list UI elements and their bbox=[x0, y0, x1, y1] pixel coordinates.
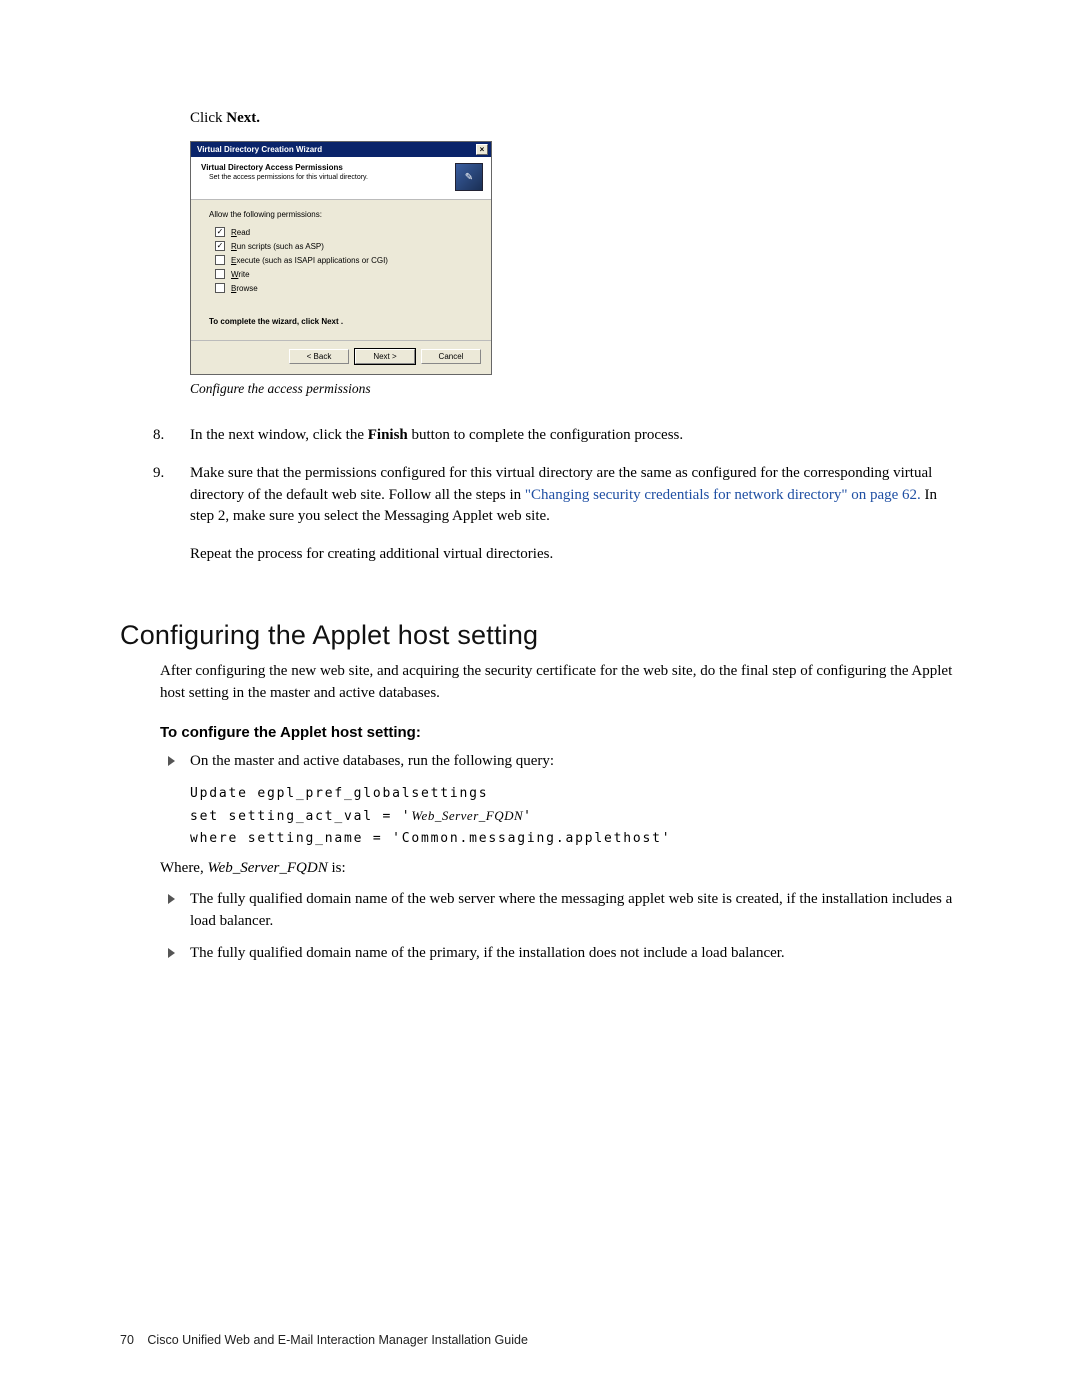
where-line: Where, Web_Server_FQDN is: bbox=[160, 860, 962, 877]
checkbox-row[interactable]: Write bbox=[215, 269, 477, 279]
dialog-header-sub: Set the access permissions for this virt… bbox=[209, 174, 368, 181]
section-heading: Configuring the Applet host setting bbox=[120, 620, 962, 651]
repeat-note: Repeat the process for creating addition… bbox=[190, 544, 962, 566]
checkbox-label: Write bbox=[231, 270, 250, 279]
intro-block: Click Next. Virtual Directory Creation W… bbox=[190, 110, 962, 397]
list-item: Make sure that the permissions configure… bbox=[168, 463, 962, 528]
dialog-body: Allow the following permissions: Read Run… bbox=[191, 200, 491, 340]
numbered-steps: In the next window, click the Finish but… bbox=[168, 425, 962, 528]
wizard-icon: ✎ bbox=[455, 163, 483, 191]
dialog-titlebar: Virtual Directory Creation Wizard × bbox=[191, 142, 491, 157]
cancel-button[interactable]: Cancel bbox=[421, 349, 481, 364]
complete-note: To complete the wizard, click Next . bbox=[209, 317, 477, 326]
footer-title: Cisco Unified Web and E-Mail Interaction… bbox=[147, 1333, 528, 1347]
checkbox-icon[interactable] bbox=[215, 283, 225, 293]
click-next-bold: Next. bbox=[226, 110, 260, 126]
dialog-buttons: < Back Next > Cancel bbox=[191, 341, 491, 374]
back-button[interactable]: < Back bbox=[289, 349, 349, 364]
list-item: On the master and active databases, run … bbox=[160, 751, 962, 773]
close-icon[interactable]: × bbox=[476, 144, 488, 155]
code-block: Update egpl_pref_globalsettings set sett… bbox=[190, 783, 962, 850]
task-bullet-text: On the master and active databases, run … bbox=[190, 753, 554, 769]
vdir-wizard-dialog: Virtual Directory Creation Wizard × Virt… bbox=[190, 141, 492, 375]
list-item: The fully qualified domain name of the p… bbox=[160, 943, 962, 965]
section-intro: After configuring the new web site, and … bbox=[160, 661, 962, 705]
checkbox-row[interactable]: Read bbox=[215, 227, 477, 237]
page-number: 70 bbox=[120, 1333, 134, 1347]
checkbox-icon[interactable] bbox=[215, 241, 225, 251]
dialog-header-title: Virtual Directory Access Permissions bbox=[201, 163, 368, 172]
fqdn-bullets: The fully qualified domain name of the w… bbox=[160, 889, 962, 964]
click-next-prefix: Click bbox=[190, 110, 226, 126]
checkbox-label: Run scripts (such as ASP) bbox=[231, 242, 324, 251]
list-item: The fully qualified domain name of the w… bbox=[160, 889, 962, 933]
checkbox-label: Read bbox=[231, 228, 250, 237]
checkbox-label: Browse bbox=[231, 284, 258, 293]
dialog-header: Virtual Directory Access Permissions Set… bbox=[191, 157, 491, 200]
checkbox-row[interactable]: Execute (such as ISAPI applications or C… bbox=[215, 255, 477, 265]
checkbox-label: Execute (such as ISAPI applications or C… bbox=[231, 256, 388, 265]
list-item: In the next window, click the Finish but… bbox=[168, 425, 962, 447]
checkbox-row[interactable]: Run scripts (such as ASP) bbox=[215, 241, 477, 251]
checkbox-icon[interactable] bbox=[215, 269, 225, 279]
next-button[interactable]: Next > bbox=[355, 349, 415, 364]
dialog-title: Virtual Directory Creation Wizard bbox=[197, 145, 322, 154]
cross-ref-link[interactable]: "Changing security credentials for netwo… bbox=[525, 487, 921, 503]
dialog-header-text: Virtual Directory Access Permissions Set… bbox=[201, 163, 368, 181]
page: Click Next. Virtual Directory Creation W… bbox=[0, 0, 1080, 1397]
checkbox-icon[interactable] bbox=[215, 227, 225, 237]
checkbox-list: Read Run scripts (such as ASP) Execute (su… bbox=[209, 227, 477, 293]
permissions-label: Allow the following permissions: bbox=[209, 210, 477, 219]
figure-caption: Configure the access permissions bbox=[190, 381, 962, 397]
click-next-line: Click Next. bbox=[190, 110, 962, 127]
task-heading: To configure the Applet host setting: bbox=[160, 724, 962, 741]
task-bullets: On the master and active databases, run … bbox=[160, 751, 962, 773]
page-footer: 70 Cisco Unified Web and E-Mail Interact… bbox=[120, 1333, 528, 1347]
checkbox-row[interactable]: Browse bbox=[215, 283, 477, 293]
checkbox-icon[interactable] bbox=[215, 255, 225, 265]
